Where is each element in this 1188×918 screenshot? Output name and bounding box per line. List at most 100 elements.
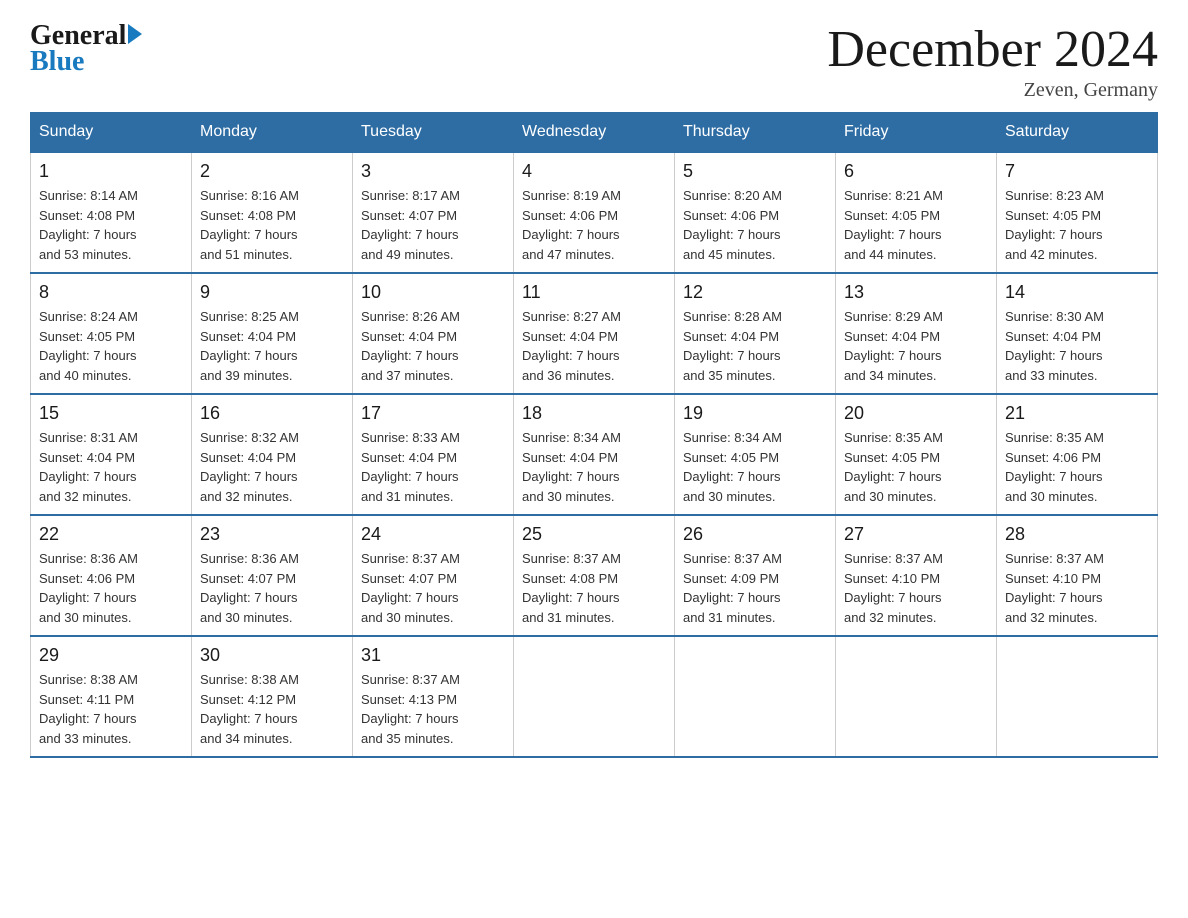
sunset-label: Sunset: 4:04 PM <box>522 329 618 344</box>
table-row: 4 Sunrise: 8:19 AM Sunset: 4:06 PM Dayli… <box>514 152 675 273</box>
day-number: 1 <box>39 161 183 182</box>
header-wednesday: Wednesday <box>514 113 675 153</box>
table-row: 16 Sunrise: 8:32 AM Sunset: 4:04 PM Dayl… <box>192 394 353 515</box>
sunrise-label: Sunrise: 8:27 AM <box>522 309 621 324</box>
table-row: 22 Sunrise: 8:36 AM Sunset: 4:06 PM Dayl… <box>31 515 192 636</box>
table-row: 5 Sunrise: 8:20 AM Sunset: 4:06 PM Dayli… <box>675 152 836 273</box>
sunrise-label: Sunrise: 8:25 AM <box>200 309 299 324</box>
sunrise-label: Sunrise: 8:36 AM <box>200 551 299 566</box>
table-row: 12 Sunrise: 8:28 AM Sunset: 4:04 PM Dayl… <box>675 273 836 394</box>
sunset-label: Sunset: 4:06 PM <box>522 208 618 223</box>
day-info: Sunrise: 8:37 AM Sunset: 4:10 PM Dayligh… <box>844 549 988 627</box>
daylight-label: Daylight: 7 hours <box>39 348 137 363</box>
day-info: Sunrise: 8:29 AM Sunset: 4:04 PM Dayligh… <box>844 307 988 385</box>
sunrise-label: Sunrise: 8:33 AM <box>361 430 460 445</box>
day-number: 29 <box>39 645 183 666</box>
table-row: 9 Sunrise: 8:25 AM Sunset: 4:04 PM Dayli… <box>192 273 353 394</box>
daylight-label: Daylight: 7 hours <box>200 590 298 605</box>
table-row: 6 Sunrise: 8:21 AM Sunset: 4:05 PM Dayli… <box>836 152 997 273</box>
sunrise-label: Sunrise: 8:14 AM <box>39 188 138 203</box>
sunset-label: Sunset: 4:08 PM <box>522 571 618 586</box>
daylight-minutes: and 30 minutes. <box>361 610 454 625</box>
day-number: 2 <box>200 161 344 182</box>
day-number: 23 <box>200 524 344 545</box>
daylight-minutes: and 30 minutes. <box>844 489 937 504</box>
sunset-label: Sunset: 4:12 PM <box>200 692 296 707</box>
table-row: 24 Sunrise: 8:37 AM Sunset: 4:07 PM Dayl… <box>353 515 514 636</box>
day-info: Sunrise: 8:33 AM Sunset: 4:04 PM Dayligh… <box>361 428 505 506</box>
day-number: 5 <box>683 161 827 182</box>
day-number: 4 <box>522 161 666 182</box>
logo-arrow-icon <box>128 24 142 44</box>
day-number: 13 <box>844 282 988 303</box>
table-row: 11 Sunrise: 8:27 AM Sunset: 4:04 PM Dayl… <box>514 273 675 394</box>
daylight-label: Daylight: 7 hours <box>683 590 781 605</box>
table-row <box>836 636 997 757</box>
day-number: 15 <box>39 403 183 424</box>
sunset-label: Sunset: 4:05 PM <box>39 329 135 344</box>
day-number: 6 <box>844 161 988 182</box>
daylight-label: Daylight: 7 hours <box>361 469 459 484</box>
day-number: 19 <box>683 403 827 424</box>
daylight-minutes: and 47 minutes. <box>522 247 615 262</box>
daylight-label: Daylight: 7 hours <box>200 469 298 484</box>
table-row: 25 Sunrise: 8:37 AM Sunset: 4:08 PM Dayl… <box>514 515 675 636</box>
sunset-label: Sunset: 4:04 PM <box>683 329 779 344</box>
daylight-label: Daylight: 7 hours <box>844 469 942 484</box>
day-info: Sunrise: 8:36 AM Sunset: 4:06 PM Dayligh… <box>39 549 183 627</box>
day-number: 12 <box>683 282 827 303</box>
table-row <box>675 636 836 757</box>
location-text: Zeven, Germany <box>827 79 1158 102</box>
month-title: December 2024 <box>827 20 1158 79</box>
day-number: 11 <box>522 282 666 303</box>
sunset-label: Sunset: 4:05 PM <box>683 450 779 465</box>
day-info: Sunrise: 8:16 AM Sunset: 4:08 PM Dayligh… <box>200 186 344 264</box>
header-friday: Friday <box>836 113 997 153</box>
day-number: 27 <box>844 524 988 545</box>
day-info: Sunrise: 8:25 AM Sunset: 4:04 PM Dayligh… <box>200 307 344 385</box>
sunset-label: Sunset: 4:11 PM <box>39 692 134 707</box>
daylight-label: Daylight: 7 hours <box>844 348 942 363</box>
calendar-header-row: Sunday Monday Tuesday Wednesday Thursday… <box>31 113 1158 153</box>
day-number: 26 <box>683 524 827 545</box>
sunrise-label: Sunrise: 8:37 AM <box>361 672 460 687</box>
sunset-label: Sunset: 4:06 PM <box>1005 450 1101 465</box>
daylight-minutes: and 30 minutes. <box>39 610 132 625</box>
table-row: 27 Sunrise: 8:37 AM Sunset: 4:10 PM Dayl… <box>836 515 997 636</box>
daylight-minutes: and 31 minutes. <box>683 610 776 625</box>
daylight-minutes: and 31 minutes. <box>361 489 454 504</box>
daylight-label: Daylight: 7 hours <box>844 227 942 242</box>
daylight-label: Daylight: 7 hours <box>39 227 137 242</box>
table-row: 30 Sunrise: 8:38 AM Sunset: 4:12 PM Dayl… <box>192 636 353 757</box>
day-info: Sunrise: 8:31 AM Sunset: 4:04 PM Dayligh… <box>39 428 183 506</box>
day-info: Sunrise: 8:34 AM Sunset: 4:04 PM Dayligh… <box>522 428 666 506</box>
day-number: 3 <box>361 161 505 182</box>
daylight-label: Daylight: 7 hours <box>1005 227 1103 242</box>
day-info: Sunrise: 8:14 AM Sunset: 4:08 PM Dayligh… <box>39 186 183 264</box>
sunrise-label: Sunrise: 8:36 AM <box>39 551 138 566</box>
header-saturday: Saturday <box>997 113 1158 153</box>
header-tuesday: Tuesday <box>353 113 514 153</box>
table-row: 1 Sunrise: 8:14 AM Sunset: 4:08 PM Dayli… <box>31 152 192 273</box>
calendar-week-row: 1 Sunrise: 8:14 AM Sunset: 4:08 PM Dayli… <box>31 152 1158 273</box>
page-header: General Blue December 2024 Zeven, German… <box>30 20 1158 102</box>
day-number: 7 <box>1005 161 1149 182</box>
table-row: 29 Sunrise: 8:38 AM Sunset: 4:11 PM Dayl… <box>31 636 192 757</box>
calendar-week-row: 8 Sunrise: 8:24 AM Sunset: 4:05 PM Dayli… <box>31 273 1158 394</box>
daylight-minutes: and 32 minutes. <box>39 489 132 504</box>
day-info: Sunrise: 8:30 AM Sunset: 4:04 PM Dayligh… <box>1005 307 1149 385</box>
day-info: Sunrise: 8:28 AM Sunset: 4:04 PM Dayligh… <box>683 307 827 385</box>
day-number: 8 <box>39 282 183 303</box>
table-row: 28 Sunrise: 8:37 AM Sunset: 4:10 PM Dayl… <box>997 515 1158 636</box>
header-monday: Monday <box>192 113 353 153</box>
day-number: 10 <box>361 282 505 303</box>
table-row: 15 Sunrise: 8:31 AM Sunset: 4:04 PM Dayl… <box>31 394 192 515</box>
calendar-week-row: 29 Sunrise: 8:38 AM Sunset: 4:11 PM Dayl… <box>31 636 1158 757</box>
daylight-minutes: and 32 minutes. <box>1005 610 1098 625</box>
sunrise-label: Sunrise: 8:29 AM <box>844 309 943 324</box>
day-number: 20 <box>844 403 988 424</box>
daylight-minutes: and 39 minutes. <box>200 368 293 383</box>
sunset-label: Sunset: 4:04 PM <box>361 450 457 465</box>
table-row: 20 Sunrise: 8:35 AM Sunset: 4:05 PM Dayl… <box>836 394 997 515</box>
daylight-minutes: and 35 minutes. <box>683 368 776 383</box>
